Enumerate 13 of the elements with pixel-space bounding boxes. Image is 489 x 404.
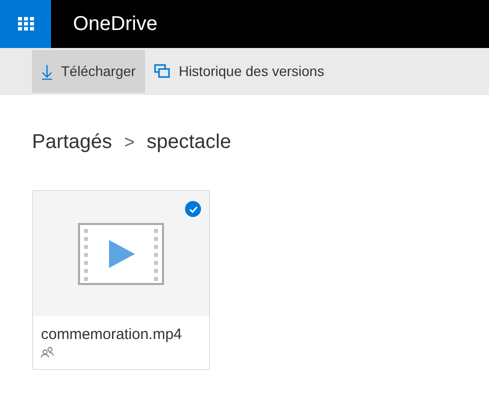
- breadcrumb-separator: >: [124, 130, 135, 154]
- waffle-icon: [18, 17, 34, 31]
- app-launcher-button[interactable]: [0, 0, 51, 48]
- versions-icon: [154, 64, 171, 79]
- toolbar-button[interactable]: Télécharger: [32, 50, 145, 93]
- toolbar-button[interactable]: Historique des versions: [144, 50, 334, 93]
- file-tile[interactable]: commemoration.mp4: [32, 190, 210, 370]
- file-name: commemoration.mp4: [41, 325, 183, 345]
- breadcrumb-item[interactable]: Partagés: [32, 127, 112, 157]
- app-title: OneDrive: [73, 12, 158, 37]
- breadcrumb-item[interactable]: spectacle: [146, 127, 232, 157]
- video-file-icon: [78, 222, 164, 284]
- download-icon: [41, 64, 53, 80]
